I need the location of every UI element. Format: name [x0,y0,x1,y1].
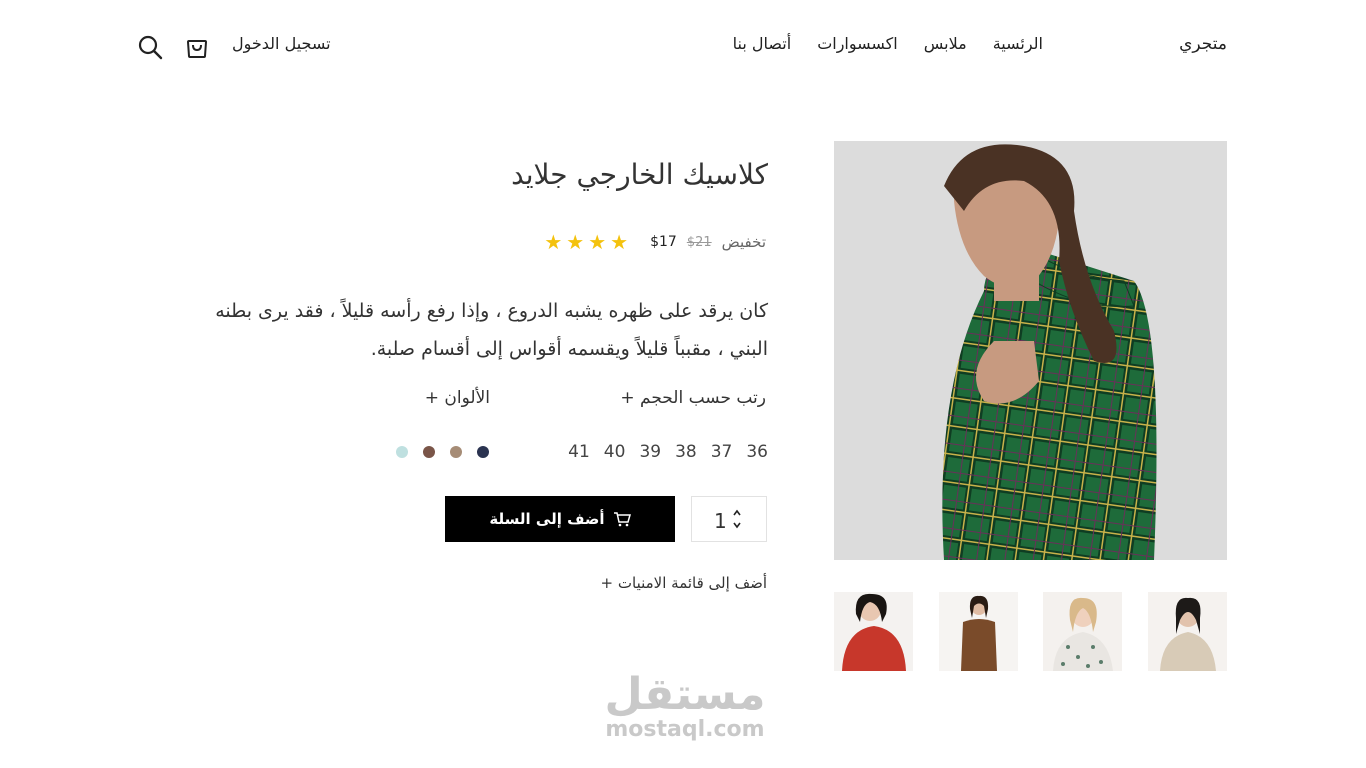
add-to-wishlist-link[interactable]: + أضف إلى قائمة الامنيات [601,574,767,592]
nav-item-accessories[interactable]: اكسسوارات [817,34,898,53]
star-icon: ★ [544,230,563,254]
color-swatch-mint[interactable] [396,446,408,458]
product-description: كان يرقد على ظهره يشبه الدروع ، وإذا رفع… [215,300,768,360]
price-row: تخفيض $21 $17 ★ ★ ★ ★ [544,232,766,252]
quantity-stepper[interactable]: 1 [691,496,767,542]
thumbnail-photo [834,592,913,671]
sale-label: تخفيض [721,233,766,251]
search-icon[interactable] [137,34,163,60]
color-options [396,446,489,458]
new-price: $17 [650,234,677,250]
shopping-bag-icon[interactable] [184,34,210,60]
thumbnail-photo [1043,592,1122,671]
star-rating: ★ ★ ★ ★ [544,232,628,252]
thumbnail-photo [939,592,1018,671]
product-title: كلاسيك الخارجي جلايد [511,158,768,191]
thumbnail-4[interactable] [834,592,913,671]
main-product-image [834,141,1227,560]
add-to-cart-button[interactable]: أضف إلى السلة [445,496,675,542]
size-option[interactable]: 38 [675,442,697,462]
nav-item-clothes[interactable]: ملابس [924,34,967,53]
size-option[interactable]: 40 [604,442,626,462]
size-option[interactable]: 41 [568,442,590,462]
star-icon: ★ [610,230,629,254]
header: متجري الرئسية ملابس اكسسوارات أتصال بنا … [0,0,1366,92]
cart-icon [613,512,631,527]
sort-by-size-toggle[interactable]: + رتب حسب الحجم [620,388,766,408]
star-icon: ★ [588,230,607,254]
add-to-cart-label: أضف إلى السلة [489,510,605,528]
star-icon: ★ [566,230,585,254]
size-options: 36 37 38 39 40 41 [568,442,768,462]
colors-toggle[interactable]: + الألوان [425,388,490,408]
watermark-latin: mostaql.com [605,717,765,742]
nav-item-home[interactable]: الرئسية [993,34,1043,53]
watermark: مستقل mostaql.com [600,672,770,742]
quantity-value: 1 [714,509,727,533]
thumbnail-1[interactable] [1148,592,1227,671]
chevron-up-icon[interactable] [732,509,742,517]
color-swatch-navy[interactable] [477,446,489,458]
chevron-down-icon[interactable] [732,521,742,529]
thumbnail-3[interactable] [939,592,1018,671]
size-option[interactable]: 39 [639,442,661,462]
brand-logo[interactable]: متجري [1179,34,1227,54]
color-swatch-beige[interactable] [450,446,462,458]
nav-item-contact[interactable]: أتصال بنا [733,34,792,53]
login-link[interactable]: تسجيل الدخول [232,34,331,53]
color-swatch-brown[interactable] [423,446,435,458]
thumbnail-photo [1148,592,1227,671]
main-nav: الرئسية ملابس اكسسوارات أتصال بنا [733,34,1043,53]
size-option[interactable]: 37 [711,442,733,462]
thumbnail-2[interactable] [1043,592,1122,671]
size-option[interactable]: 36 [746,442,768,462]
model-photo [834,141,1227,560]
watermark-arabic: مستقل [604,669,766,720]
old-price: $21 [686,234,712,250]
